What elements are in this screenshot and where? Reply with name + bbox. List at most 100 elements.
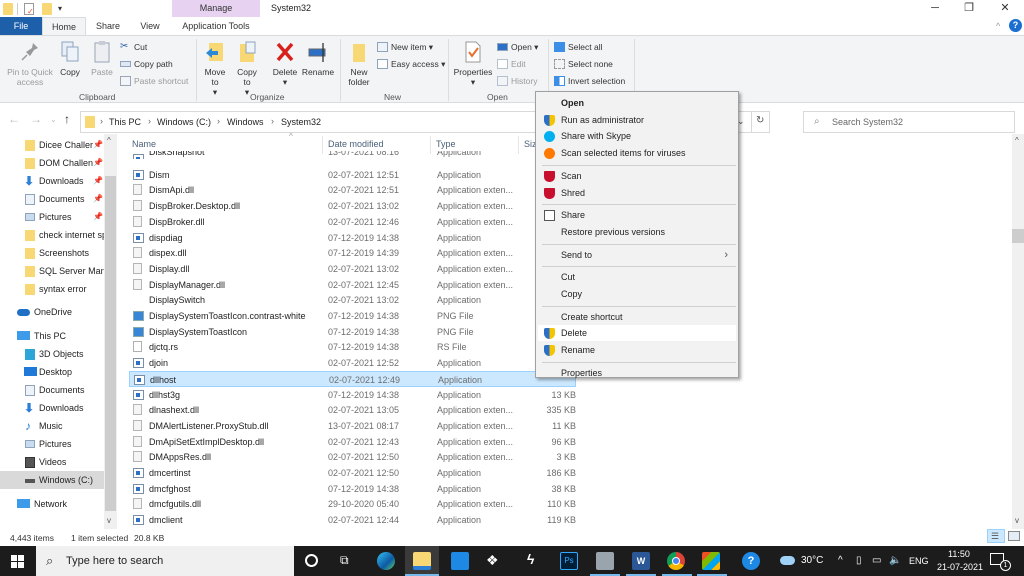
nav-item-downloads[interactable]: ⬇ Downloads 📌 <box>0 172 104 190</box>
forward-button[interactable]: → <box>30 112 42 126</box>
volume-icon[interactable]: 🔈 <box>889 546 901 576</box>
file-row[interactable]: dmcfgutils.dll 29-10-2020 05:40 Applicatio… <box>129 496 576 512</box>
file-row[interactable]: dispex.dll 07-12-2019 14:39 Application ex… <box>129 245 576 261</box>
menu-item-properties[interactable]: Properties <box>538 365 736 381</box>
edge-icon[interactable] <box>377 552 395 570</box>
move-to-button[interactable]: Move to ▾ <box>202 40 228 97</box>
file-row[interactable]: dmclient 02-07-2021 12:44 Application 119 K… <box>129 512 576 528</box>
menu-item-create-shortcut[interactable]: Create shortcut <box>538 309 736 325</box>
file-row[interactable]: DMAppsRes.dll 02-07-2021 12:50 Application… <box>129 449 576 465</box>
nav-item-onedrive[interactable]: OneDrive <box>0 303 104 321</box>
taskbar-search-input[interactable]: ⌕ Type here to search <box>36 546 294 576</box>
file-row[interactable]: DisplaySystemToastIcon 07-12-2019 14:38 PN… <box>129 324 576 340</box>
open-button[interactable]: Open ▾ <box>497 40 538 54</box>
new-folder-quick-icon[interactable] <box>42 3 52 15</box>
file-row[interactable]: Display.dll 02-07-2021 13:02 Application e… <box>129 261 576 277</box>
nav-item-screenshots[interactable]: Screenshots <box>0 244 104 262</box>
column-header-name[interactable]: Name <box>132 139 156 149</box>
nav-item-documents[interactable]: Documents 📌 <box>0 190 104 208</box>
refresh-icon[interactable]: ↻ <box>756 115 764 126</box>
back-button[interactable]: ← <box>8 112 20 126</box>
menu-item-shred[interactable]: Shred <box>538 185 736 201</box>
properties-button[interactable]: Properties ▾ <box>452 40 494 87</box>
menu-item-scan-selected-items-for-viruses[interactable]: Scan selected items for viruses <box>538 145 736 161</box>
breadcrumb-system32[interactable]: System32 <box>281 117 321 127</box>
nav-scroll-thumb[interactable] <box>105 176 116 511</box>
paste-shortcut-button[interactable]: Paste shortcut <box>120 74 188 88</box>
nav-item-check-internet-speed[interactable]: check internet sp <box>0 226 104 244</box>
close-button[interactable]: ✕ <box>988 0 1022 17</box>
manage-tab-group[interactable]: Manage <box>172 0 260 17</box>
file-row[interactable]: DisplayManager.dll 02-07-2021 12:45 Applic… <box>129 277 576 293</box>
tab-home[interactable]: Home <box>42 17 86 36</box>
menu-item-copy[interactable]: Copy <box>538 286 736 302</box>
recent-locations-button[interactable]: ⌄ <box>50 115 57 124</box>
tab-share[interactable]: Share <box>92 17 124 36</box>
menu-item-cut[interactable]: Cut <box>538 269 736 285</box>
file-row[interactable]: dmcfghost 07-12-2019 14:38 Application 38 K… <box>129 481 576 497</box>
minimize-button[interactable]: ─ <box>918 0 952 17</box>
menu-item-open[interactable]: Open <box>538 95 736 111</box>
scroll-up-icon[interactable]: ^ <box>107 136 111 145</box>
edit-button[interactable]: Edit <box>497 57 526 71</box>
file-row[interactable]: dllhost 02-07-2021 12:49 Application <box>129 370 576 387</box>
clock-time[interactable]: 11:50 <box>948 549 970 559</box>
nav-item-desktop[interactable]: Desktop <box>0 363 104 381</box>
file-row[interactable]: Dism 02-07-2021 12:51 Application <box>129 167 576 183</box>
file-row[interactable]: DismApi.dll 02-07-2021 12:51 Application e… <box>129 182 576 198</box>
windows-update-icon[interactable] <box>702 552 720 570</box>
nav-item-syntax-error[interactable]: syntax error <box>0 280 104 298</box>
copy-path-button[interactable]: Copy path <box>120 57 173 71</box>
maximize-button[interactable]: ❐ <box>952 0 986 17</box>
photo-viewer-icon[interactable] <box>596 552 614 570</box>
nav-item-dicee-challenge[interactable]: Dicee Challer 📌 <box>0 136 104 154</box>
file-list-scrollbar[interactable]: ^ v <box>1012 134 1024 529</box>
collapse-ribbon-icon[interactable]: ^ <box>996 21 1000 31</box>
language-indicator[interactable]: ENG <box>909 546 929 576</box>
nav-item-sql-server-management[interactable]: SQL Server Mana <box>0 262 104 280</box>
customize-quick-access-icon[interactable]: ▾ <box>58 4 62 13</box>
nav-item-windows-c[interactable]: Windows (C:) <box>0 471 104 489</box>
file-row[interactable]: djctq.rs 07-12-2019 14:38 RS File <box>129 339 576 355</box>
pin-to-quick-access-button[interactable]: Pin to Quick access <box>4 40 56 87</box>
file-row[interactable]: dmcertinst 02-07-2021 12:50 Application 186… <box>129 465 576 481</box>
file-row[interactable]: dllhst3g 07-12-2019 14:38 Application 13 KB <box>129 387 576 403</box>
menu-item-share-with-skype[interactable]: Share with Skype <box>538 128 736 144</box>
cut-button[interactable]: ✂ Cut <box>120 40 147 54</box>
details-view-button[interactable]: ☰ <box>987 529 1005 543</box>
nav-item-pictures[interactable]: Pictures 📌 <box>0 208 104 226</box>
nav-item-dom-challenge[interactable]: DOM Challen 📌 <box>0 154 104 172</box>
menu-item-run-as-administrator[interactable]: Run as administrator <box>538 112 736 128</box>
nav-item-network[interactable]: Network <box>0 495 104 513</box>
tab-view[interactable]: View <box>134 17 166 36</box>
large-icons-view-button[interactable] <box>1008 531 1020 541</box>
file-row[interactable]: DiskSnapshot 13-07-2021 08:16 Application <box>129 151 576 159</box>
menu-item-scan[interactable]: Scan <box>538 168 736 184</box>
nav-item-pictures-pc[interactable]: Pictures <box>0 435 104 453</box>
file-row[interactable]: DMAlertListener.ProxyStub.dll 13-07-2021 … <box>129 418 576 434</box>
file-row[interactable]: dispdiag 07-12-2019 14:38 Application <box>129 230 576 246</box>
nav-item-this-pc[interactable]: This PC <box>0 327 104 345</box>
copy-to-button[interactable]: Copy to ▾ <box>234 40 260 97</box>
cortana-icon[interactable] <box>305 554 318 567</box>
file-list-scroll-thumb[interactable] <box>1012 229 1024 243</box>
task-view-icon[interactable]: ⧉ <box>340 553 349 568</box>
tab-application-tools[interactable]: Application Tools <box>172 17 260 36</box>
weather-temperature[interactable]: 30°C <box>801 546 823 576</box>
select-none-button[interactable]: Select none <box>554 57 613 71</box>
scroll-up-icon[interactable]: ^ <box>1015 136 1019 145</box>
new-folder-button[interactable]: New folder <box>344 40 374 87</box>
file-row[interactable]: DispBroker.dll 02-07-2021 12:46 Applicatio… <box>129 214 576 230</box>
properties-quick-icon[interactable]: ✓ <box>24 3 34 16</box>
chrome-icon[interactable] <box>667 552 685 570</box>
menu-item-share[interactable]: Share <box>538 207 736 223</box>
nav-item-videos[interactable]: Videos <box>0 453 104 471</box>
file-row[interactable]: DisplaySwitch 02-07-2021 13:02 Application <box>129 292 576 308</box>
paste-button[interactable]: Paste <box>88 40 116 77</box>
word-icon[interactable]: W <box>632 552 650 570</box>
weather-cloud-icon[interactable] <box>780 556 795 565</box>
menu-item-send-to[interactable]: Send to › <box>538 247 736 263</box>
column-header-type[interactable]: Type <box>436 139 456 149</box>
meet-now-icon[interactable]: ▯ <box>856 546 862 576</box>
file-row[interactable]: djoin 02-07-2021 12:52 Application <box>129 355 576 371</box>
